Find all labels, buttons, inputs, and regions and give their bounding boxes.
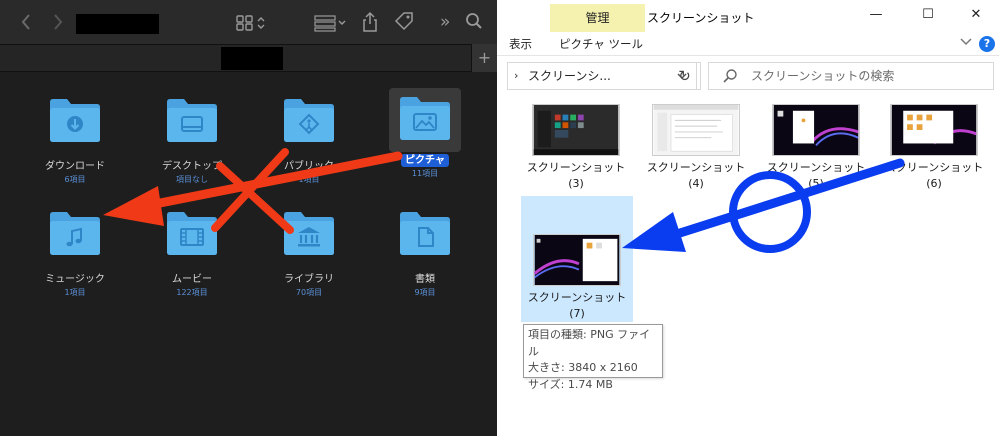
folder-music[interactable]: ミュージック 1項目 bbox=[20, 205, 130, 298]
mac-tab-bar bbox=[0, 44, 497, 72]
file-number: (5) bbox=[808, 177, 824, 190]
folder-public[interactable]: パブリック 1項目 bbox=[254, 92, 364, 185]
share-icon[interactable] bbox=[362, 11, 378, 33]
file-number: (3) bbox=[568, 177, 584, 190]
file-name: スクリーンショット bbox=[766, 161, 866, 174]
screenshot-thumbnail bbox=[652, 104, 740, 156]
window-title: スクリーンショット bbox=[647, 11, 755, 25]
windows-explorer-window: 管理 スクリーンショット — ☐ ✕ 表示 ピクチャ ツール ? › スクリーン… bbox=[497, 0, 999, 436]
ribbon-expand-chevron-icon[interactable] bbox=[959, 36, 973, 50]
folder-count: 122項目 bbox=[176, 288, 208, 297]
file-item[interactable]: スクリーンショット (6) bbox=[877, 104, 991, 192]
folder-count: 項目なし bbox=[176, 175, 208, 184]
mac-finder-window: » + ダウンロード 6項目 デスクトップ 項目なし パブリック 1項目 ピクチ… bbox=[0, 0, 497, 436]
folder-count: 1項目 bbox=[64, 288, 86, 297]
arrow-down-circle-icon bbox=[47, 96, 103, 148]
screenshot-thumbnail bbox=[532, 104, 620, 156]
search-input[interactable]: スクリーンショットの検索 bbox=[708, 62, 994, 90]
tag-icon[interactable] bbox=[394, 12, 414, 32]
tooltip-filesize: サイズ: 1.74 MB bbox=[528, 377, 613, 391]
close-button[interactable]: ✕ bbox=[961, 6, 991, 24]
mac-toolbar: » bbox=[0, 0, 497, 44]
folder-count: 6項目 bbox=[64, 175, 86, 184]
folder-library[interactable]: ライブラリ 70項目 bbox=[254, 205, 364, 298]
folder-count: 11項目 bbox=[411, 169, 439, 178]
file-item[interactable]: スクリーンショット (5) bbox=[759, 104, 873, 192]
file-item[interactable]: スクリーンショット (4) bbox=[639, 104, 753, 192]
redacted-tab-title bbox=[221, 47, 283, 70]
file-number: (4) bbox=[688, 177, 704, 190]
file-item-selected[interactable]: スクリーンショット (7) bbox=[521, 196, 633, 322]
search-icon bbox=[722, 68, 738, 88]
screenshot-thumbnail bbox=[772, 104, 860, 156]
folder-name: ピクチャ bbox=[370, 154, 480, 167]
search-icon[interactable] bbox=[465, 12, 483, 30]
breadcrumb-chevron-icon: › bbox=[514, 69, 519, 82]
folder-desktop[interactable]: デスクトップ 項目なし bbox=[137, 92, 247, 185]
folder-name: 書類 bbox=[415, 274, 435, 285]
minimize-button[interactable]: — bbox=[861, 6, 891, 24]
folder-name-highlight: ピクチャ bbox=[401, 154, 449, 167]
folder-name: ミュージック bbox=[45, 274, 105, 285]
folder-name: ダウンロード bbox=[45, 161, 105, 172]
file-name: スクリーンショット bbox=[526, 161, 626, 174]
folder-name: ライブラリ bbox=[284, 274, 334, 285]
desktop-icon bbox=[164, 96, 220, 148]
folder-downloads[interactable]: ダウンロード 6項目 bbox=[20, 92, 130, 185]
folder-documents[interactable]: 書類 9項目 bbox=[370, 205, 480, 298]
address-text: スクリーンシ... bbox=[528, 69, 611, 83]
folder-count: 1項目 bbox=[298, 175, 320, 184]
file-item[interactable]: スクリーンショット (3) bbox=[519, 104, 633, 192]
tab-view[interactable]: 表示 bbox=[509, 36, 532, 52]
redacted-title bbox=[76, 14, 159, 34]
group-by-icon[interactable] bbox=[314, 14, 348, 32]
ribbon-tabs: 表示 ピクチャ ツール bbox=[497, 32, 999, 56]
document-icon bbox=[397, 209, 453, 261]
screenshot-thumbnail bbox=[890, 104, 978, 156]
film-icon bbox=[164, 209, 220, 261]
tooltip-dimensions: 大きさ: 3840 x 2160 bbox=[528, 361, 638, 374]
refresh-icon[interactable]: ↻ bbox=[669, 62, 701, 90]
file-name: スクリーンショット bbox=[646, 161, 746, 174]
maximize-button[interactable]: ☐ bbox=[913, 6, 943, 24]
photo-icon bbox=[397, 94, 453, 146]
more-chevrons-icon[interactable]: » bbox=[440, 12, 450, 32]
file-info-tooltip: 項目の種類: PNG ファイル 大きさ: 3840 x 2160 サイズ: 1.… bbox=[523, 324, 663, 391]
manage-context-tab[interactable]: 管理 bbox=[550, 4, 645, 32]
file-number: (7) bbox=[569, 307, 585, 320]
public-icon bbox=[281, 96, 337, 148]
library-icon bbox=[281, 209, 337, 261]
folder-name: デスクトップ bbox=[162, 161, 222, 172]
folder-name: パブリック bbox=[284, 161, 334, 172]
help-icon[interactable]: ? bbox=[979, 36, 995, 52]
back-chevron-icon[interactable] bbox=[20, 12, 32, 32]
tab-picture-tools[interactable]: ピクチャ ツール bbox=[559, 36, 643, 54]
file-name: スクリーンショット bbox=[527, 291, 627, 304]
file-number: (6) bbox=[926, 177, 942, 190]
tooltip-type: 項目の種類: PNG ファイル bbox=[528, 328, 651, 358]
folder-name: ムービー bbox=[172, 274, 212, 285]
folder-count: 70項目 bbox=[295, 288, 323, 297]
screenshot-thumbnail bbox=[533, 234, 621, 286]
folder-count: 9項目 bbox=[414, 288, 436, 297]
file-name: スクリーンショット bbox=[884, 161, 984, 174]
folder-pictures[interactable]: ピクチャ 11項目 bbox=[370, 88, 480, 179]
new-tab-button[interactable]: + bbox=[471, 44, 497, 72]
music-note-icon bbox=[47, 209, 103, 261]
forward-chevron-icon[interactable] bbox=[52, 12, 64, 32]
folder-movies[interactable]: ムービー 122項目 bbox=[137, 205, 247, 298]
icon-view-grid-icon[interactable] bbox=[236, 14, 266, 32]
